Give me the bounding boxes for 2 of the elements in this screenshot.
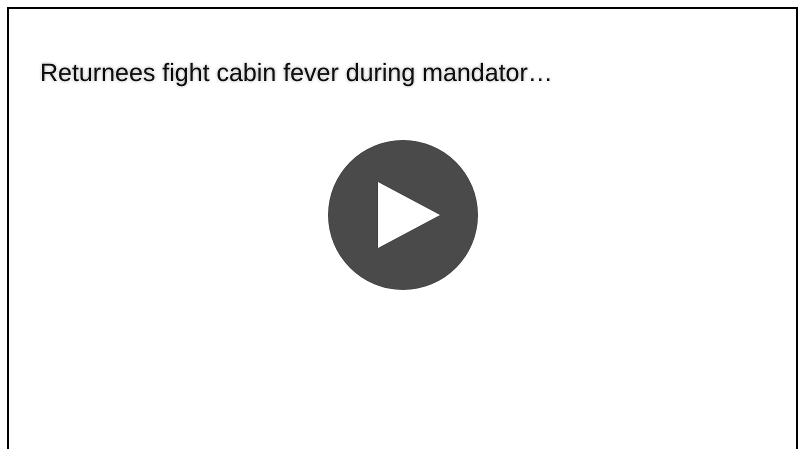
video-title: Returnees fight cabin fever during mandator… [39,58,553,88]
play-icon [378,182,440,248]
